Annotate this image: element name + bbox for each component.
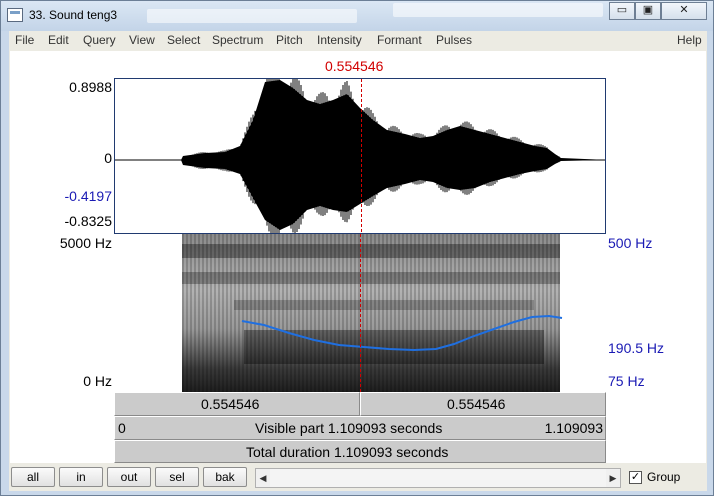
segment-left-duration: 0.554546 [201, 396, 260, 412]
waveform-cursor-value: -0.4197 [64, 188, 112, 204]
menu-view[interactable]: View [129, 33, 155, 47]
maximize-button[interactable]: ▣ [635, 2, 661, 20]
visible-part-bar[interactable]: 0 Visible part 1.109093 seconds 1.109093 [114, 416, 606, 440]
menu-select[interactable]: Select [167, 33, 200, 47]
pitch-axis-bottom: 75 Hz [608, 373, 645, 389]
visible-start-time: 0 [118, 420, 126, 436]
spectrogram-plot [182, 234, 563, 392]
formant-band [244, 330, 544, 364]
window-icon [7, 8, 23, 22]
cursor-time-label: 0.554546 [325, 58, 384, 74]
scroll-left-icon[interactable]: ◀ [256, 469, 270, 487]
menu-pulses[interactable]: Pulses [436, 33, 472, 47]
scroll-right-icon[interactable]: ▶ [606, 469, 620, 487]
formant-band [234, 300, 534, 310]
waveform-y-max: 0.8988 [69, 79, 112, 95]
total-duration-bar[interactable]: Total duration 1.109093 seconds [114, 440, 606, 463]
window-title: 33. Sound teng3 [29, 8, 118, 22]
menu-intensity[interactable]: Intensity [317, 33, 362, 47]
total-duration-label: Total duration 1.109093 seconds [246, 444, 449, 460]
zoom-sel-button[interactable]: sel [155, 467, 199, 487]
client-area: File Edit Query View Select Spectrum Pit… [9, 31, 707, 491]
menu-query[interactable]: Query [83, 33, 116, 47]
menu-bar: File Edit Query View Select Spectrum Pit… [9, 31, 707, 51]
sound-editor-canvas[interactable]: 0.554546 0.8988 0 -0.4197 -0.8325 5000 H… [10, 51, 706, 463]
menu-spectrum[interactable]: Spectrum [212, 33, 263, 47]
spectrogram-bottom-freq: 0 Hz [83, 373, 112, 389]
menu-pitch[interactable]: Pitch [276, 33, 303, 47]
menu-help[interactable]: Help [677, 33, 702, 47]
pitch-axis-top: 500 Hz [608, 235, 653, 251]
formant-band [182, 272, 560, 284]
zoom-back-button[interactable]: bak [203, 467, 247, 487]
visible-part-label: Visible part 1.109093 seconds [255, 420, 443, 436]
close-button[interactable]: ✕ [661, 2, 707, 20]
waveform-panel[interactable] [114, 78, 606, 234]
spectrogram-top-freq: 5000 Hz [59, 235, 112, 251]
background-blur [393, 3, 603, 17]
zoom-in-button[interactable]: in [59, 467, 103, 487]
visible-end-time: 1.109093 [544, 420, 603, 436]
waveform-plot [115, 79, 605, 233]
menu-edit[interactable]: Edit [48, 33, 69, 47]
group-label: Group [647, 470, 681, 484]
title-bar[interactable]: 33. Sound teng3 ▭ ▣ ✕ [1, 1, 713, 31]
menu-formant[interactable]: Formant [377, 33, 422, 47]
segment-right-duration: 0.554546 [447, 396, 506, 412]
zoom-all-button[interactable]: all [11, 467, 55, 487]
formant-band [182, 244, 560, 258]
waveform-y-zero: 0 [104, 150, 112, 166]
minimize-button[interactable]: ▭ [609, 2, 635, 20]
zoom-out-button[interactable]: out [107, 467, 151, 487]
bottom-toolbar: all in out sel bak ◀ ▶ ✓ Group [9, 463, 707, 491]
group-checkbox[interactable]: ✓ [629, 471, 642, 484]
pitch-axis-mid: 190.5 Hz [608, 340, 665, 356]
praat-sound-window: 33. Sound teng3 ▭ ▣ ✕ File Edit Query Vi… [0, 0, 714, 496]
segment-right-bar[interactable]: 0.554546 [360, 392, 606, 416]
time-scrollbar[interactable]: ◀ ▶ [255, 468, 621, 488]
segment-left-bar[interactable]: 0.554546 [114, 392, 360, 416]
menu-file[interactable]: File [15, 33, 34, 47]
spectrogram-panel[interactable] [114, 234, 606, 392]
background-blur [147, 9, 357, 23]
waveform-y-min: -0.8325 [64, 213, 112, 229]
